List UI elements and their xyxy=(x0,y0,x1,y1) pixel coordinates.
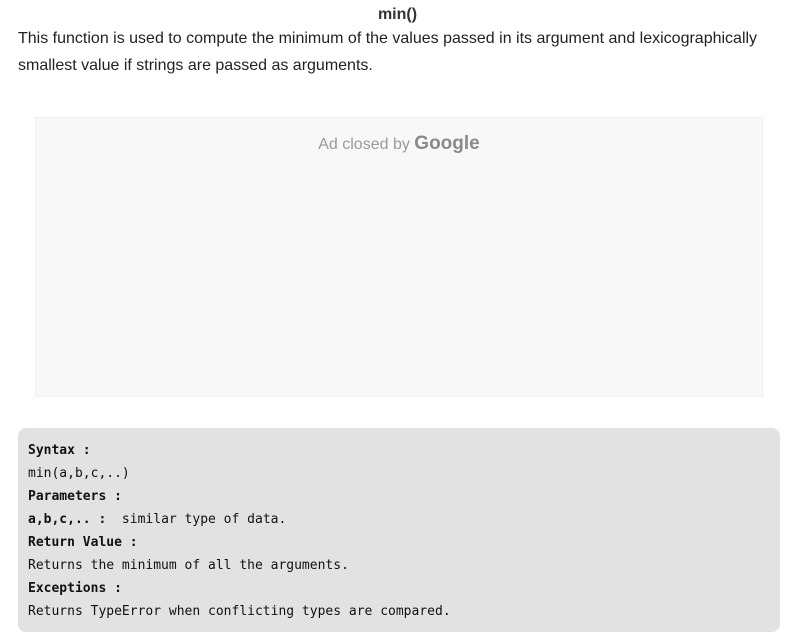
return-value-text: Returns the minimum of all the arguments… xyxy=(28,558,349,573)
parameter-name: a,b,c,.. : xyxy=(28,512,107,527)
exceptions-label: Exceptions : xyxy=(28,581,122,596)
parameter-line: a,b,c,.. : similar type of data. xyxy=(28,508,770,531)
syntax-value: min(a,b,c,..) xyxy=(28,466,130,481)
return-value-label: Return Value : xyxy=(28,535,138,550)
exceptions-text: Returns TypeError when conflicting types… xyxy=(28,604,451,619)
parameters-label: Parameters : xyxy=(28,489,122,504)
parameter-description: similar type of data. xyxy=(106,512,287,527)
function-description: This function is used to compute the min… xyxy=(18,30,758,74)
syntax-label: Syntax : xyxy=(28,443,91,458)
page-title: min() xyxy=(377,6,418,23)
ad-closed-message: Ad closed by Google xyxy=(36,133,762,156)
syntax-code-block: Syntax : min(a,b,c,..) Parameters : a,b,… xyxy=(18,428,780,632)
google-logo: Google xyxy=(414,133,480,154)
ad-placeholder: Ad closed by Google xyxy=(35,117,763,397)
ad-closed-label: Ad closed by xyxy=(318,136,410,153)
